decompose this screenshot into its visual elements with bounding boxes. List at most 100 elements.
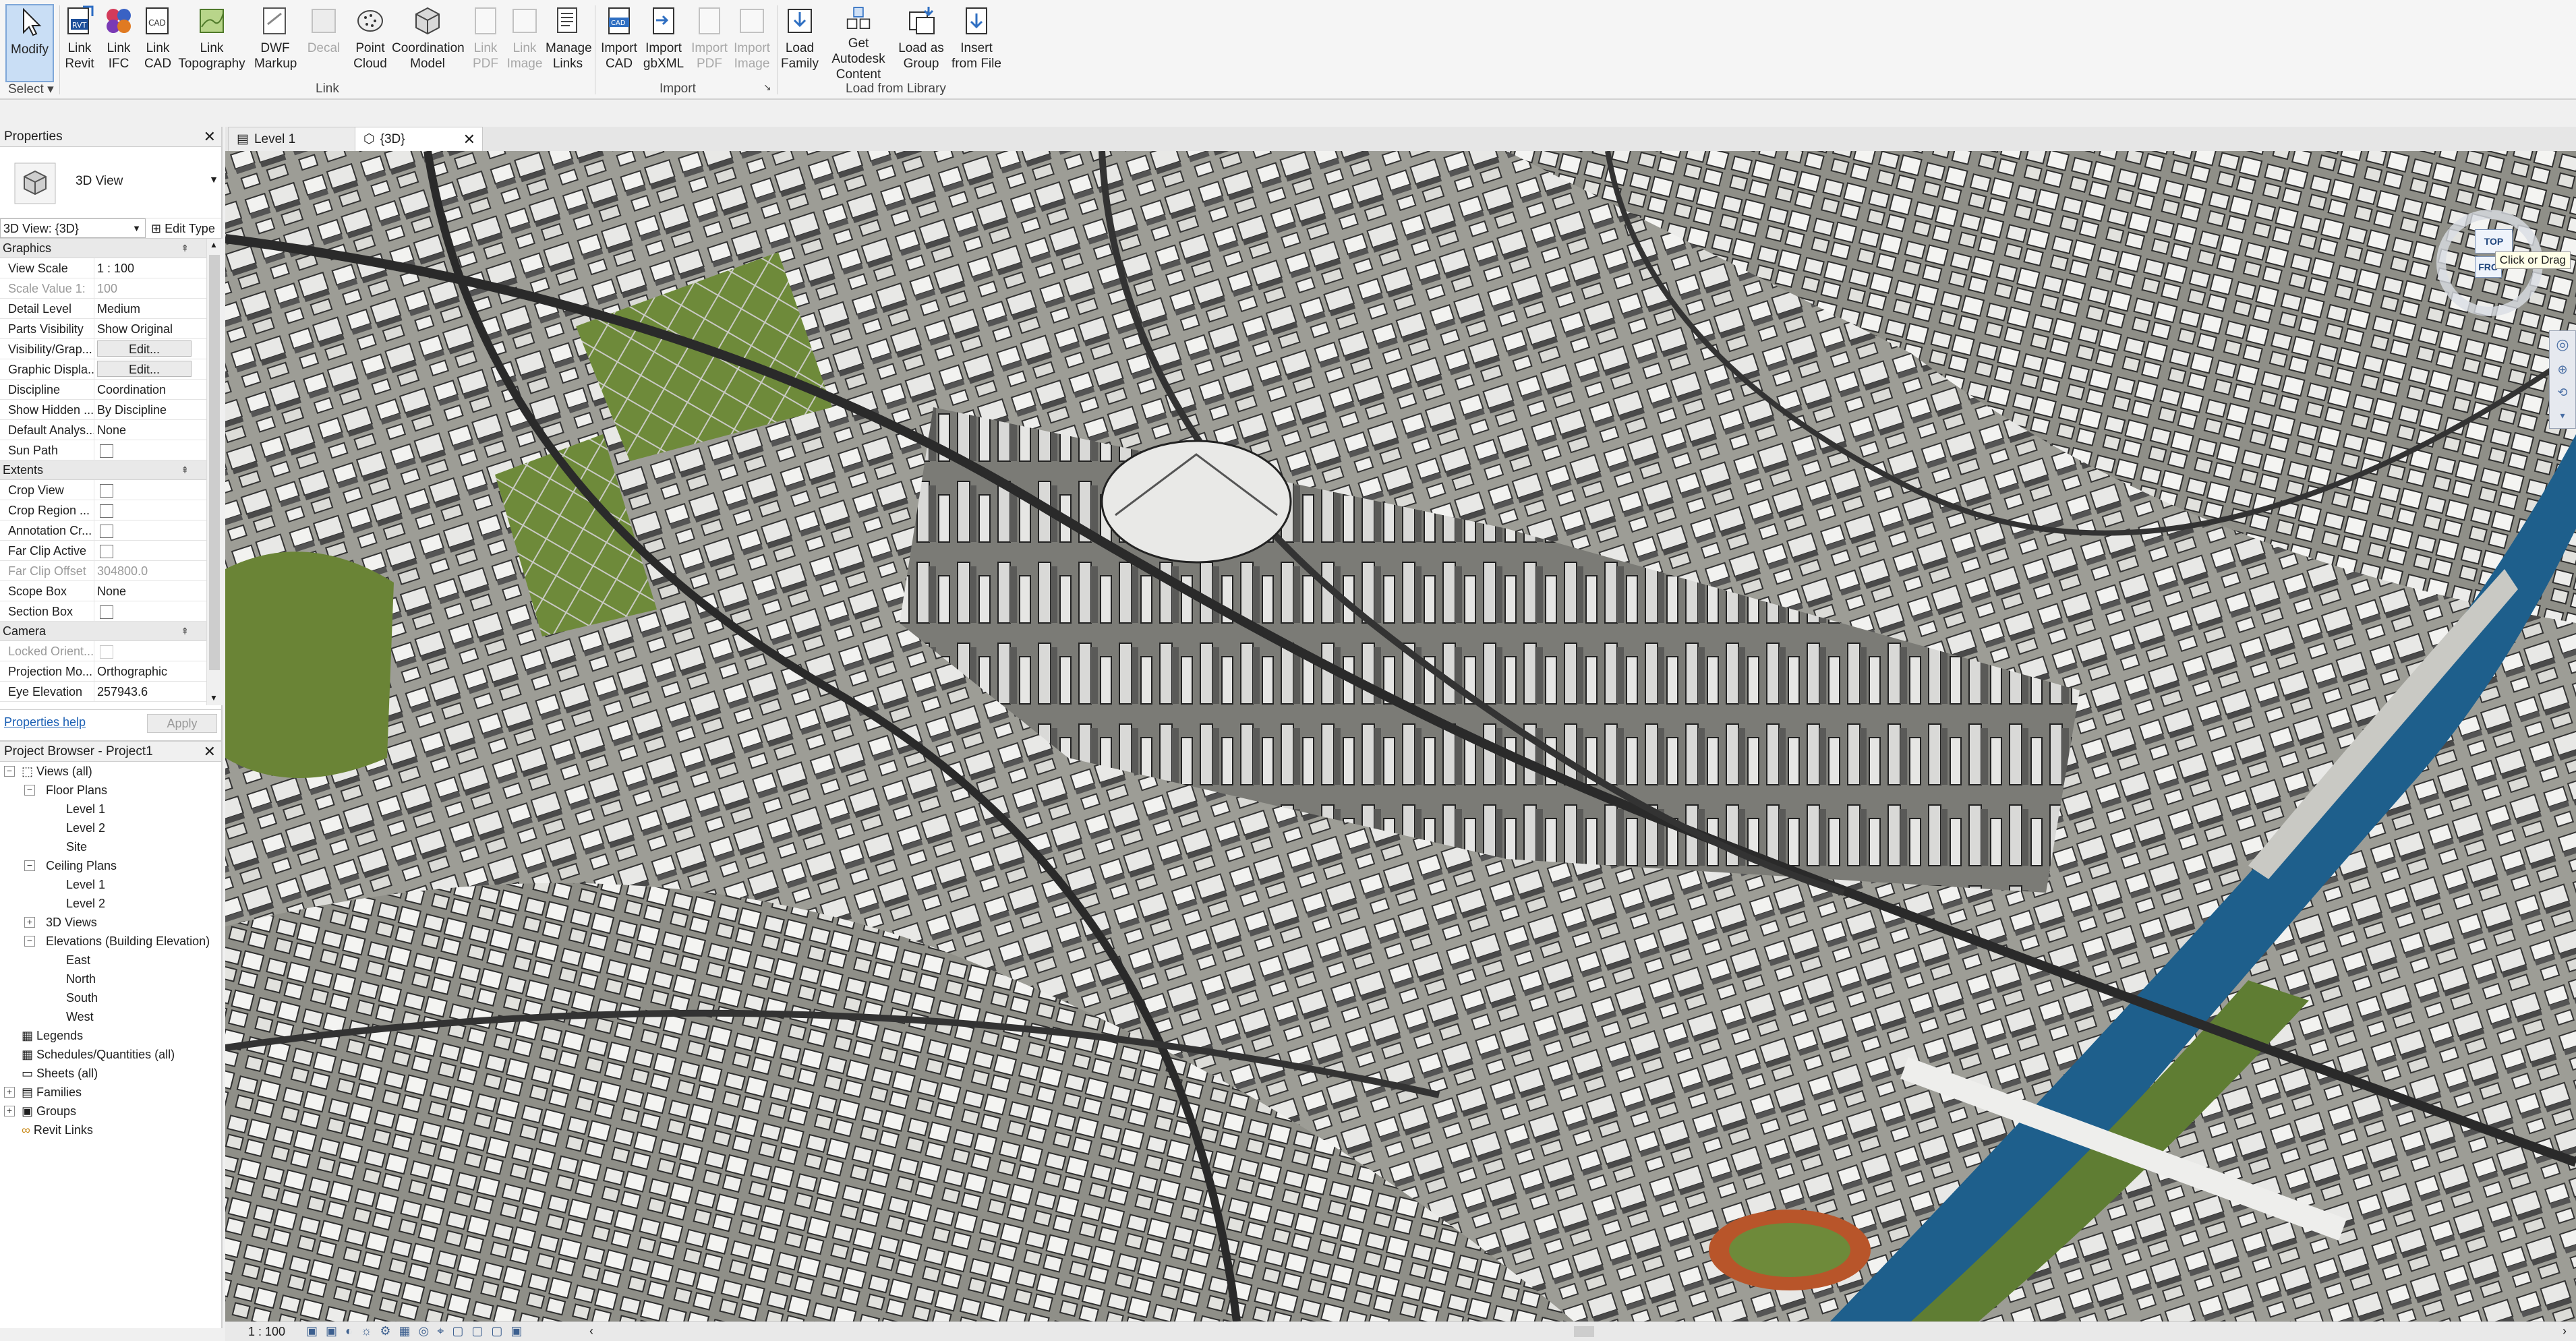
tree-schedules[interactable]: ▦ Schedules/Quantities (all)	[22, 1045, 175, 1064]
link-cad-button[interactable]: CAD Link CAD	[139, 4, 177, 82]
chevron-down-icon: ▼	[209, 174, 218, 185]
link-topography-button[interactable]: Link Topography	[177, 4, 247, 82]
section-box-checkbox[interactable]	[100, 605, 113, 620]
tree-elevation-north[interactable]: North	[66, 970, 96, 988]
tree-legends[interactable]: ▦ Legends	[22, 1026, 83, 1045]
collapse-toggle-icon[interactable]: −	[24, 785, 35, 796]
import-image-button[interactable]: Import Image	[730, 4, 774, 82]
svg-text:CAD: CAD	[611, 20, 626, 27]
tree-sheets[interactable]: ▭ Sheets (all)	[22, 1064, 98, 1083]
steering-wheel-icon[interactable]: ◎	[2550, 331, 2575, 358]
prop-projection-mode[interactable]: Projection Mo... Orthographic	[0, 661, 206, 682]
group-graphics[interactable]: Graphics ⇞	[0, 239, 206, 258]
tab-3d-view[interactable]: ⬡ {3D} ✕	[355, 127, 483, 151]
prop-annotation-crop: Annotation Cr...	[0, 520, 206, 541]
manage-links-icon	[557, 7, 577, 33]
prop-default-analysis[interactable]: Default Analys... None	[0, 420, 206, 440]
tree-groups[interactable]: ▣ Groups	[22, 1102, 76, 1121]
apply-button[interactable]: Apply	[147, 714, 217, 733]
edit-graphic-display-button[interactable]: Edit...	[97, 361, 192, 377]
tree-floor-plan-level-2[interactable]: Level 2	[66, 818, 105, 837]
scroll-right-icon[interactable]: ›	[2563, 1324, 2567, 1338]
get-autodesk-content-button[interactable]: Get Autodesk Content	[820, 4, 897, 82]
collapse-toggle-icon[interactable]: −	[24, 860, 35, 871]
link-pdf-button[interactable]: Link PDF	[467, 4, 504, 82]
horizontal-scroll-thumb[interactable]	[1574, 1326, 1594, 1337]
scroll-thumb[interactable]	[209, 255, 220, 670]
sun-path-checkbox[interactable]	[100, 444, 113, 458]
link-topography-icon	[200, 9, 224, 33]
manage-links-button[interactable]: Manage Links	[545, 4, 592, 82]
prop-scope-box[interactable]: Scope Box None	[0, 581, 206, 601]
link-image-button[interactable]: Link Image	[504, 4, 545, 82]
tree-floor-plan-site[interactable]: Site	[66, 837, 87, 856]
annotation-crop-checkbox[interactable]	[100, 525, 113, 539]
panel-import-label: Import	[660, 82, 696, 96]
modify-button[interactable]: Modify	[5, 4, 54, 82]
prop-discipline[interactable]: Discipline Coordination	[0, 380, 206, 400]
link-ifc-button[interactable]: Link IFC	[100, 4, 138, 82]
tree-elevations[interactable]: Elevations (Building Elevation)	[46, 932, 210, 951]
import-cad-button[interactable]: CAD Import CAD	[597, 4, 641, 82]
tab-level-1[interactable]: ▤ Level 1	[228, 127, 356, 151]
scroll-left-icon[interactable]: ‹	[589, 1324, 593, 1338]
instance-selector-dropdown[interactable]: 3D View: {3D} ▼	[0, 218, 146, 238]
tree-families[interactable]: ▤ Families	[22, 1083, 82, 1102]
prop-view-scale[interactable]: View Scale 1 : 100	[0, 258, 206, 278]
import-pdf-button[interactable]: Import PDF	[688, 4, 731, 82]
coordination-model-button[interactable]: Coordination Model	[391, 4, 465, 82]
crop-view-checkbox[interactable]	[100, 484, 113, 498]
expand-toggle-icon[interactable]: +	[4, 1106, 15, 1116]
tree-ceiling-plan-level-1[interactable]: Level 1	[66, 875, 105, 894]
panel-select-label[interactable]: Select ▾	[8, 82, 54, 97]
tree-elevation-west[interactable]: West	[66, 1007, 94, 1026]
group-extents[interactable]: Extents ⇞	[0, 460, 206, 480]
tree-elevation-east[interactable]: East	[66, 951, 90, 970]
dialog-launcher-icon[interactable]: ↘	[763, 82, 771, 93]
dwf-markup-button[interactable]: DWF Markup	[254, 4, 297, 82]
tree-elevation-south[interactable]: South	[66, 988, 98, 1007]
tree-floor-plans[interactable]: Floor Plans	[46, 781, 107, 800]
point-cloud-button[interactable]: Point Cloud	[349, 4, 391, 82]
decal-button[interactable]: Decal	[303, 4, 344, 82]
collapse-toggle-icon[interactable]: −	[24, 936, 35, 947]
tree-views-all[interactable]: ⬚ Views (all)	[22, 762, 92, 781]
properties-help-link[interactable]: Properties help	[4, 715, 86, 729]
prop-crop-view: Crop View	[0, 480, 206, 500]
properties-scrollbar[interactable]: ▲ ▼	[206, 239, 223, 705]
prop-show-hidden-lines[interactable]: Show Hidden ... By Discipline	[0, 400, 206, 420]
crop-region-checkbox[interactable]	[100, 504, 113, 518]
prop-parts-visibility[interactable]: Parts Visibility Show Original	[0, 319, 206, 339]
expand-toggle-icon[interactable]: +	[24, 917, 35, 928]
tree-ceiling-plan-level-2[interactable]: Level 2	[66, 894, 105, 913]
load-as-group-button[interactable]: Load as Group	[897, 4, 945, 82]
close-tab-icon[interactable]: ✕	[463, 131, 475, 148]
prop-detail-level[interactable]: Detail Level Medium	[0, 299, 206, 319]
tree-floor-plan-level-1[interactable]: Level 1	[66, 800, 105, 818]
tree-3d-views[interactable]: 3D Views	[46, 913, 97, 932]
viewcube-top-face[interactable]: TOP	[2475, 229, 2513, 254]
close-icon[interactable]: ✕	[204, 127, 216, 147]
type-selector[interactable]: 3D View ▼	[0, 147, 221, 218]
load-family-button[interactable]: Load Family	[778, 4, 821, 82]
expand-toggle-icon[interactable]: +	[4, 1087, 15, 1098]
group-camera[interactable]: Camera ⇞	[0, 622, 206, 641]
tree-ceiling-plans[interactable]: Ceiling Plans	[46, 856, 117, 875]
view-control-icons[interactable]: ▣▣◐☼⚙▦◎⌖▢▢▢▣	[306, 1324, 530, 1338]
nav-options-icon[interactable]: ▾	[2550, 404, 2575, 427]
insert-from-file-button[interactable]: Insert from File	[951, 4, 1002, 82]
families-icon: ▤	[22, 1085, 34, 1099]
tree-revit-links[interactable]: ∞ Revit Links	[22, 1121, 93, 1139]
link-revit-button[interactable]: RVT Link Revit	[61, 4, 98, 82]
close-icon[interactable]: ✕	[204, 742, 216, 762]
far-clip-active-checkbox[interactable]	[100, 545, 113, 559]
import-gbxml-button[interactable]: Import gbXML	[641, 4, 686, 82]
collapse-toggle-icon[interactable]: −	[4, 766, 15, 777]
orbit-icon[interactable]: ⟲	[2550, 381, 2575, 404]
edit-type-button[interactable]: ⊞ Edit Type	[146, 218, 221, 238]
3d-viewport[interactable]: TOP FRO Click or Drag ◎ ⊕ ⟲ ▾	[225, 151, 2576, 1321]
prop-eye-elevation[interactable]: Eye Elevation 257943.6	[0, 682, 206, 702]
edit-visibility-button[interactable]: Edit...	[97, 340, 192, 357]
view-scale-control[interactable]: 1 : 100	[248, 1325, 285, 1339]
zoom-icon[interactable]: ⊕	[2550, 358, 2575, 381]
